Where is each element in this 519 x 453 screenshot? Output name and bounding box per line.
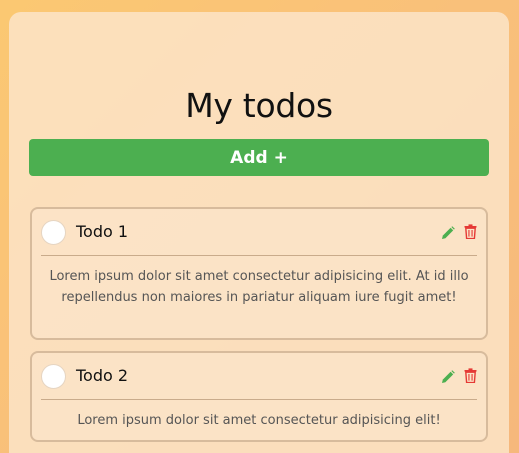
todo-description: Lorem ipsum dolor sit amet consectetur a… bbox=[49, 269, 469, 305]
todo-description: Lorem ipsum dolor sit amet consectetur a… bbox=[77, 413, 441, 428]
page-title: My todos bbox=[185, 86, 333, 125]
pencil-icon[interactable] bbox=[441, 225, 455, 239]
trash-icon[interactable] bbox=[464, 368, 477, 384]
todo-title: Todo 2 bbox=[76, 366, 129, 385]
todo-header: Todo 1 bbox=[32, 209, 486, 255]
divider bbox=[41, 255, 477, 256]
add-todo-button[interactable]: Add + bbox=[29, 139, 489, 176]
todo-item: Todo 1 Lorem ipsum dolor sit amet consec… bbox=[30, 207, 488, 340]
todo-title: Todo 1 bbox=[76, 222, 129, 241]
pencil-icon[interactable] bbox=[441, 369, 455, 383]
trash-icon[interactable] bbox=[464, 224, 477, 240]
divider bbox=[41, 399, 477, 400]
complete-checkbox[interactable] bbox=[41, 220, 66, 245]
todo-card: My todos Add + Todo 1 Lorem ipsum dolor … bbox=[9, 12, 509, 453]
todo-item: Todo 2 Lorem ipsum dolor sit amet consec… bbox=[30, 351, 488, 442]
todo-header: Todo 2 bbox=[32, 353, 486, 399]
complete-checkbox[interactable] bbox=[41, 364, 66, 389]
